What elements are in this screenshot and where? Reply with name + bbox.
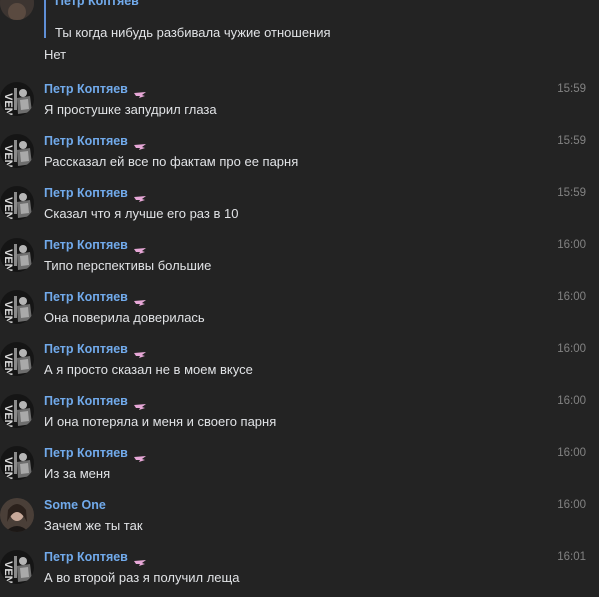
avatar[interactable]: VEN — [0, 186, 34, 220]
svg-text:VEN: VEN — [2, 93, 14, 116]
wing-badge-icon — [133, 138, 146, 150]
message-time[interactable]: 15:59 — [557, 186, 586, 200]
avatar[interactable]: VEN — [0, 290, 34, 324]
message-text: Из за меня — [44, 466, 111, 481]
message-text: Я простушке запудрил глаза — [44, 102, 217, 117]
message-row[interactable]: VEN Петр Коптяев 15:59 Я простушке запудрил… — [0, 82, 599, 134]
svg-text:VEN: VEN — [2, 405, 14, 428]
message-time[interactable]: 16:00 — [557, 342, 586, 356]
message-author[interactable]: Петр Коптяев — [44, 290, 128, 304]
wing-badge-icon — [133, 86, 146, 98]
message-author[interactable]: Петр Коптяев — [44, 186, 128, 200]
message-row[interactable]: VEN Петр Коптяев 15:59 Сказал что я лучше е… — [0, 186, 599, 238]
message-text: Нет — [44, 47, 67, 62]
message-time[interactable]: 16:00 — [557, 498, 586, 512]
svg-text:VEN: VEN — [2, 353, 14, 376]
reply-author: Петр Коптяев — [55, 0, 139, 8]
message-text: Типо перспективы большие — [44, 258, 212, 273]
message-row[interactable]: VEN Петр Коптяев 16:00 И она потеряла и мен… — [0, 394, 599, 446]
avatar[interactable]: VEN — [0, 550, 34, 584]
message-row[interactable]: VEN Петр Коптяев 16:00 Она поверила доверил… — [0, 290, 599, 342]
message-time[interactable]: 16:00 — [557, 446, 586, 460]
reply-text: Ты когда нибудь разбивала чужие отношени… — [55, 25, 331, 40]
svg-text:VEN: VEN — [2, 457, 14, 480]
reply-quote[interactable]: Петр Коптяев Ты когда нибудь разбивала ч… — [44, 0, 426, 40]
svg-text:VEN: VEN — [2, 249, 14, 272]
wing-badge-icon — [133, 398, 146, 410]
message-text: Рассказал ей все по фактам про ее парня — [44, 154, 299, 169]
avatar[interactable]: VEN — [0, 394, 34, 428]
message-author[interactable]: Петр Коптяев — [44, 134, 128, 148]
wing-badge-icon — [133, 242, 146, 254]
avatar[interactable]: VEN — [0, 134, 34, 168]
message-row[interactable]: VEN Петр Коптяев 16:01 А во второй раз я по… — [0, 550, 599, 597]
wing-badge-icon — [133, 450, 146, 462]
wing-badge-icon — [133, 554, 146, 566]
message-time[interactable]: 16:00 — [557, 238, 586, 252]
wing-badge-icon — [133, 294, 146, 306]
avatar[interactable]: VEN — [0, 238, 34, 272]
message-partial[interactable]: Петр Коптяев Ты когда нибудь разбивала ч… — [0, 0, 599, 80]
message-row[interactable]: Some One 16:00 Зачем же ты так — [0, 498, 599, 550]
message-row[interactable]: VEN Петр Коптяев 16:00 Из за меня — [0, 446, 599, 498]
chat-history: Петр Коптяев Ты когда нибудь разбивала ч… — [0, 0, 599, 597]
avatar[interactable]: VEN — [0, 446, 34, 480]
message-author[interactable]: Петр Коптяев — [44, 238, 128, 252]
message-row[interactable]: VEN Петр Коптяев 16:00 А я просто сказал не… — [0, 342, 599, 394]
message-row[interactable]: VEN Петр Коптяев 15:59 Рассказал ей все по … — [0, 134, 599, 186]
message-time[interactable]: 15:59 — [557, 134, 586, 148]
message-text: А во второй раз я получил леща — [44, 570, 240, 585]
avatar[interactable] — [0, 0, 34, 20]
avatar[interactable]: VEN — [0, 82, 34, 116]
message-author[interactable]: Петр Коптяев — [44, 550, 128, 564]
message-author[interactable]: Петр Коптяев — [44, 82, 128, 96]
avatar[interactable]: VEN — [0, 342, 34, 376]
avatar[interactable] — [0, 498, 34, 532]
message-time[interactable]: 15:59 — [557, 82, 586, 96]
message-time[interactable]: 16:00 — [557, 290, 586, 304]
message-time[interactable]: 16:01 — [557, 550, 586, 564]
svg-text:VEN: VEN — [2, 561, 14, 584]
message-text: И она потеряла и меня и своего парня — [44, 414, 277, 429]
svg-text:VEN: VEN — [2, 197, 14, 220]
message-text: Она поверила доверилась — [44, 310, 205, 325]
svg-text:VEN: VEN — [2, 301, 14, 324]
message-row[interactable]: VEN Петр Коптяев 16:00 Типо перспективы бол… — [0, 238, 599, 290]
message-author[interactable]: Петр Коптяев — [44, 446, 128, 460]
message-text: А я просто сказал не в моем вкусе — [44, 362, 253, 377]
message-author[interactable]: Петр Коптяев — [44, 394, 128, 408]
message-author[interactable]: Some One — [44, 498, 106, 512]
message-text: Зачем же ты так — [44, 518, 143, 533]
message-author[interactable]: Петр Коптяев — [44, 342, 128, 356]
message-text: Сказал что я лучше его раз в 10 — [44, 206, 239, 221]
wing-badge-icon — [133, 346, 146, 358]
message-time[interactable]: 16:00 — [557, 394, 586, 408]
wing-badge-icon — [133, 190, 146, 202]
svg-text:VEN: VEN — [2, 145, 14, 168]
